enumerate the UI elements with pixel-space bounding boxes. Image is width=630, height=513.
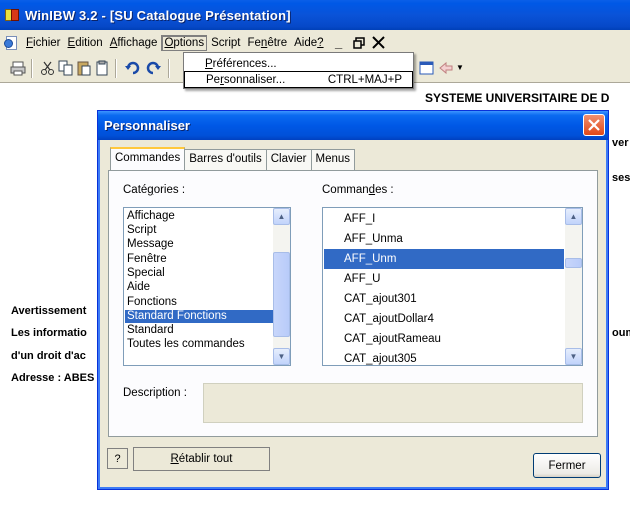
list-item[interactable]: AFF_U	[324, 269, 380, 289]
menu-edition[interactable]: Edition	[65, 35, 106, 51]
doc-adresse: Adresse : ABES	[11, 372, 95, 384]
dialog-tabs: Commandes Barres d'outils Clavier Menus	[110, 147, 356, 170]
tab-menus[interactable]: Menus	[310, 149, 356, 170]
personnaliser-shortcut: CTRL+MAJ+P	[327, 73, 402, 86]
menu-affichage[interactable]: Affichage	[107, 35, 161, 51]
document-icon[interactable]	[4, 35, 20, 51]
copy-icon[interactable]	[58, 60, 74, 76]
tab-commandes[interactable]: Commandes	[110, 147, 186, 170]
menu-options[interactable]: Options	[161, 34, 208, 51]
list-item[interactable]: Special	[125, 267, 165, 280]
list-item[interactable]: Script	[125, 224, 156, 237]
toolbar-separator	[31, 59, 33, 78]
scroll-up-icon[interactable]: ▲	[273, 208, 290, 225]
window-list-icon[interactable]	[419, 60, 435, 76]
tab-clavier[interactable]: Clavier	[265, 149, 312, 170]
close-icon	[588, 119, 600, 131]
mdi-restore-button[interactable]	[350, 34, 368, 52]
app-titlebar[interactable]: WinIBW 3.2 - [SU Catalogue Présentation]	[0, 0, 630, 30]
commands-scrollbar[interactable]: ▲ ▼	[565, 208, 582, 365]
scroll-down-icon[interactable]: ▼	[565, 348, 582, 365]
scroll-down-icon[interactable]: ▼	[273, 348, 290, 365]
doc-avertissement: Avertissement	[11, 305, 87, 317]
back-arrow-icon[interactable]	[438, 60, 454, 76]
list-item-selected[interactable]: AFF_Unm	[324, 249, 564, 269]
list-item[interactable]: CAT_ajoutDollar4	[324, 309, 434, 329]
doc-fragment-right2: ses,	[612, 172, 630, 184]
cut-icon[interactable]	[40, 60, 56, 76]
scroll-thumb[interactable]	[273, 252, 290, 337]
list-item[interactable]: Message	[125, 238, 174, 251]
list-item[interactable]: Standard	[125, 324, 174, 337]
close-button[interactable]: Fermer	[533, 453, 601, 478]
list-item[interactable]: Aide	[125, 281, 150, 294]
back-dropdown-icon[interactable]: ▼	[456, 63, 464, 72]
list-item[interactable]: Toutes les commandes	[125, 338, 245, 351]
list-item[interactable]: AFF_I	[324, 209, 375, 229]
reset-all-button[interactable]: Rétablir tout	[133, 447, 270, 471]
options-dropdown-menu: Préférences... Pe r sonnaliser... CTRL+MAJ…	[183, 52, 414, 89]
categories-label: Catégories :	[123, 184, 186, 196]
print-icon[interactable]	[10, 60, 26, 76]
scroll-thumb[interactable]	[565, 258, 582, 268]
winibw-app-icon	[4, 7, 20, 23]
menu-aide[interactable]: Aide?	[291, 35, 326, 51]
list-item[interactable]: CAT_ajoutRameau	[324, 329, 441, 349]
categories-listbox[interactable]: Affichage Script Message Fenêtre Special…	[123, 207, 291, 366]
doc-informations: Les informatio	[11, 327, 87, 339]
dialog-close-button[interactable]	[583, 114, 605, 136]
description-label: Description :	[123, 387, 187, 399]
toolbar-separator	[115, 59, 117, 78]
redo-icon[interactable]	[145, 60, 161, 76]
commands-listbox[interactable]: AFF_I AFF_Unma AFF_Unm AFF_U CAT_ajout30…	[322, 207, 583, 366]
menu-item-preferences[interactable]: Préférences...	[184, 55, 413, 72]
list-item[interactable]: AFF_Unma	[324, 229, 403, 249]
menu-script[interactable]: Script	[208, 35, 243, 51]
undo-icon[interactable]	[125, 60, 141, 76]
description-box	[203, 383, 583, 423]
list-item[interactable]: Fenêtre	[125, 253, 167, 266]
list-item[interactable]: Affichage	[125, 210, 175, 223]
help-button[interactable]: ?	[107, 448, 128, 469]
window-title: WinIBW 3.2 - [SU Catalogue Présentation]	[25, 7, 291, 23]
list-item[interactable]: CAT_ajout301	[324, 289, 417, 309]
document-header: SYSTEME UNIVERSITAIRE DE D	[425, 91, 610, 105]
doc-droit: d'un droit d'ac	[11, 350, 86, 362]
doc-fragment-right1: ver	[612, 137, 629, 149]
list-item-selected[interactable]: Standard Fonctions	[125, 310, 273, 323]
list-item[interactable]: CAT_ajout305	[324, 349, 417, 365]
list-item[interactable]: Fonctions	[125, 296, 177, 309]
categories-scrollbar[interactable]: ▲ ▼	[273, 208, 290, 365]
paste-icon[interactable]	[76, 60, 92, 76]
clipboard-icon[interactable]	[94, 60, 110, 76]
help-icon: ?	[114, 452, 121, 465]
commands-label: Commandes :	[322, 184, 394, 196]
menu-item-personnaliser[interactable]: Pe r sonnaliser... CTRL+MAJ+P	[184, 71, 413, 88]
scroll-up-icon[interactable]: ▲	[565, 208, 582, 225]
close-icon	[372, 36, 385, 49]
dialog-title: Personnaliser	[104, 118, 190, 133]
menu-fichier[interactable]: Fichier	[23, 35, 64, 51]
doc-fragment-right3: oum	[612, 327, 630, 339]
restore-icon	[352, 36, 365, 49]
tab-barres-outils[interactable]: Barres d'outils	[184, 149, 267, 170]
mdi-minimize-button[interactable]: _	[330, 34, 348, 52]
menu-fenetre[interactable]: Fenêtre	[244, 35, 290, 51]
personnaliser-dialog: Personnaliser Commandes Barres d'outils …	[97, 110, 609, 490]
toolbar-separator	[168, 59, 170, 78]
commandes-tab-page: Catégories : Commandes : Affichage Scrip…	[108, 170, 598, 437]
mdi-close-button[interactable]	[370, 34, 388, 52]
dialog-titlebar[interactable]: Personnaliser	[98, 111, 608, 140]
